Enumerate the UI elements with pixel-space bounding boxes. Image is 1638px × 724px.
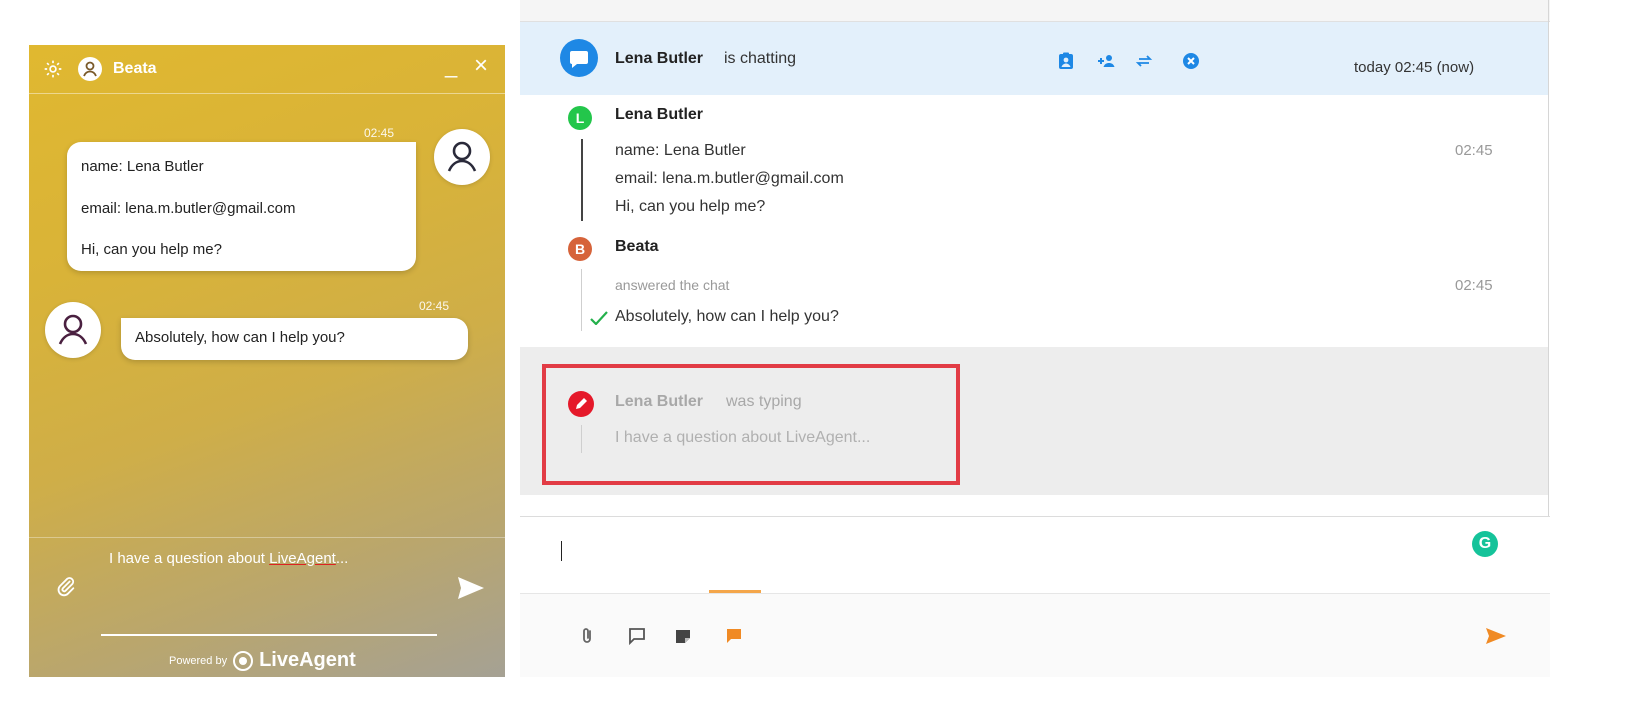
avatar: B	[568, 237, 592, 261]
minimize-button[interactable]: _	[445, 55, 457, 77]
thread-line	[581, 139, 583, 221]
message-line: email: lena.m.butler@gmail.com	[615, 170, 844, 187]
text-caret	[561, 541, 562, 561]
top-bar	[520, 0, 1550, 22]
agent-name: Beata	[113, 60, 157, 77]
message-time: 02:45	[419, 299, 450, 313]
typing-name: Lena Butler	[615, 393, 704, 410]
assign-icon[interactable]	[1057, 52, 1075, 70]
pencil-icon	[568, 391, 594, 417]
grammarly-icon[interactable]: G	[1472, 531, 1498, 557]
divider	[29, 537, 505, 538]
agent-panel: Lena Butler is chatting today 02:45 (now…	[520, 0, 1638, 724]
reply-editor[interactable]: G	[520, 516, 1550, 593]
sender-name: Beata	[615, 238, 659, 255]
typing-status: was typing	[726, 393, 802, 410]
widget-header: Beata _ ×	[29, 45, 505, 94]
panel-scrollbar[interactable]	[1548, 0, 1549, 518]
highlight-box	[542, 364, 960, 485]
sender-name: Lena Butler	[615, 106, 704, 123]
message-list: L Lena Butler name: Lena Butler email: l…	[520, 95, 1548, 347]
message-time: 02:45	[364, 126, 395, 140]
visitor-avatar	[434, 129, 490, 185]
message-line: name: Lena Butler	[615, 142, 746, 159]
attachment-icon[interactable]	[55, 576, 77, 598]
transfer-icon[interactable]	[1135, 52, 1153, 70]
user-icon	[447, 141, 477, 172]
thread-line	[581, 269, 582, 331]
note-icon[interactable]	[673, 626, 693, 646]
powered-by-label: Powered by	[169, 654, 228, 667]
input-text: ...	[335, 550, 349, 567]
message-line: Hi, can you help me?	[615, 198, 766, 215]
input-text-underlined: LiveAgent	[269, 550, 336, 567]
avatar: L	[568, 106, 592, 130]
send-icon[interactable]	[457, 576, 485, 600]
message-line: Hi, can you help me?	[81, 241, 222, 258]
customer-name: Lena Butler	[615, 50, 704, 67]
editor-toolbar	[520, 593, 1550, 677]
message-line: Absolutely, how can I help you?	[135, 329, 345, 346]
message-line: email: lena.m.butler@gmail.com	[81, 200, 296, 217]
system-note: answered the chat	[615, 277, 730, 293]
input-text: I have a question about	[109, 550, 270, 567]
gear-icon[interactable]	[43, 59, 63, 79]
visitor-message-bubble: name: Lena Butler email: lena.m.butler@g…	[67, 142, 416, 271]
message-time: 02:45	[1455, 142, 1493, 159]
input-underline	[101, 634, 437, 636]
add-user-icon[interactable]	[1097, 52, 1115, 70]
delivered-check-icon	[590, 311, 608, 325]
powered-by[interactable]: Powered by LiveAgent	[169, 649, 356, 672]
attachment-icon[interactable]	[577, 626, 597, 646]
thread-line	[581, 425, 582, 453]
typing-area: Lena Butler was typing I have a question…	[520, 347, 1548, 495]
message-icon[interactable]	[724, 626, 744, 646]
chat-icon[interactable]	[627, 626, 647, 646]
chat-start-time: today 02:45 (now)	[1354, 59, 1475, 76]
liveagent-logo-icon	[233, 650, 254, 671]
message-line: name: Lena Butler	[81, 158, 204, 175]
agent-avatar-large	[45, 302, 101, 358]
end-chat-icon[interactable]	[1182, 52, 1200, 70]
message-time: 02:45	[1455, 277, 1493, 294]
message-line: Absolutely, how can I help you?	[615, 308, 839, 325]
user-icon	[58, 314, 88, 345]
chat-icon	[560, 39, 598, 77]
chat-status: is chatting	[724, 50, 797, 67]
message-input[interactable]: I have a question about LiveAgent...	[109, 550, 348, 567]
typing-preview: I have a question about LiveAgent...	[615, 429, 871, 446]
close-button[interactable]: ×	[474, 54, 488, 78]
chat-header: Lena Butler is chatting today 02:45 (now…	[520, 22, 1548, 95]
agent-avatar	[78, 57, 102, 81]
agent-message-bubble: Absolutely, how can I help you?	[121, 318, 468, 360]
send-icon[interactable]	[1485, 627, 1507, 645]
brand-name: LiveAgent	[259, 649, 356, 671]
user-icon	[83, 61, 97, 77]
chat-widget: Beata _ × 02:45 name: Lena Butler email:…	[29, 45, 505, 677]
